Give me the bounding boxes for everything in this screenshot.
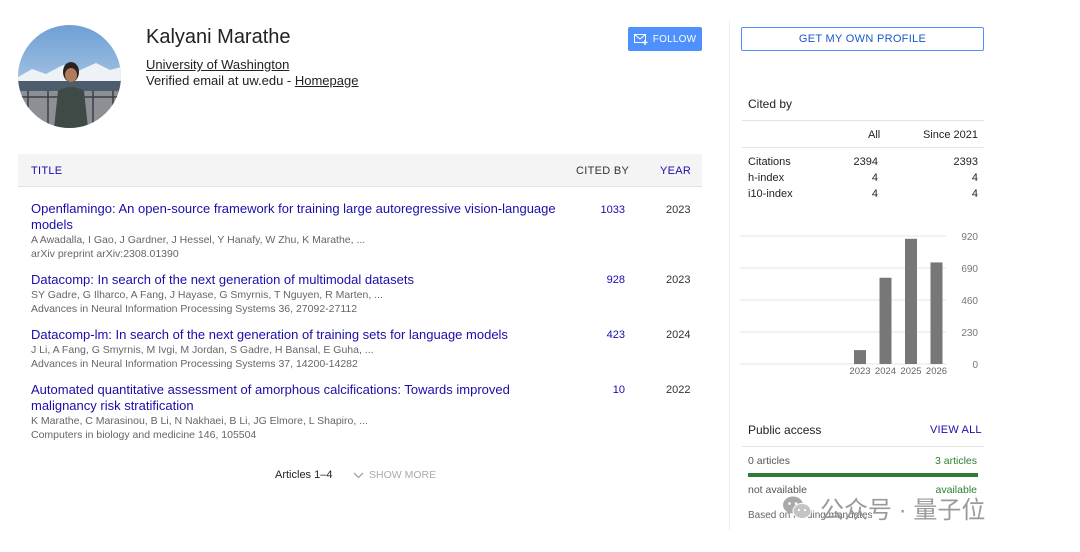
x-tick-label: 2023 — [849, 366, 870, 377]
watermark-text: 公众号 · 量子位 — [820, 497, 986, 524]
citations-per-year-chart: 0 230 460 690 920 2023 2024 2025 2026 — [740, 232, 978, 377]
article-venue: Advances in Neural Information Processin… — [31, 303, 358, 315]
profile-name: Kalyani Marathe — [146, 26, 291, 48]
profile-avatar — [18, 25, 121, 128]
article-authors: J Li, A Fang, G Smyrnis, M Ivgi, M Jorda… — [31, 344, 374, 356]
article-authors: SY Gadre, G Ilharco, A Fang, J Hayase, G… — [31, 289, 383, 301]
view-all-link[interactable]: VIEW ALL — [930, 424, 982, 436]
articles-count: Articles 1–4 — [275, 469, 333, 481]
article-title-link[interactable]: Datacomp-lm: In search of the next gener… — [31, 327, 561, 343]
homepage-link[interactable]: Homepage — [295, 73, 359, 88]
stat-all: 2394 — [853, 156, 878, 168]
col-all: All — [868, 129, 881, 141]
article-authors: A Awadalla, I Gao, J Gardner, J Hessel, … — [31, 234, 366, 246]
y-tick-label: 0 — [972, 360, 978, 371]
public-access-divider — [742, 446, 984, 447]
article-cited-count[interactable]: 423 — [565, 329, 625, 341]
stat-all: 4 — [871, 172, 878, 184]
stats-row: h-index 4 4 — [742, 172, 984, 188]
sort-by-title[interactable]: TITLE — [31, 165, 62, 177]
show-more-label: SHOW MORE — [369, 469, 437, 481]
article-row: Datacomp: In search of the next generati… — [31, 272, 561, 316]
article-venue: arXiv preprint arXiv:2308.01390 — [31, 248, 179, 260]
x-tick-label: 2024 — [875, 366, 896, 377]
article-venue: Computers in biology and medicine 146, 1… — [31, 429, 257, 441]
article-cited-count[interactable]: 928 — [565, 274, 625, 286]
email-text: Verified email at uw.edu - — [146, 73, 295, 88]
article-year: 2023 — [666, 274, 691, 286]
article-year: 2024 — [666, 329, 691, 341]
show-more-button[interactable]: SHOW MORE — [353, 469, 436, 481]
stat-label: i10-index — [748, 188, 793, 200]
article-title-link[interactable]: Automated quantitative assessment of amo… — [31, 382, 561, 414]
article-authors: K Marathe, C Marasinou, B Li, N Nakhaei,… — [31, 415, 368, 427]
get-my-own-profile-button[interactable]: GET MY OWN PROFILE — [741, 27, 984, 51]
stat-since: 4 — [971, 172, 978, 184]
not-available-count[interactable]: 0 articles — [748, 455, 790, 467]
citation-stats-table: All Since 2021 Citations 2394 2393 h-ind… — [742, 120, 984, 204]
chart-bar-2025[interactable] — [905, 238, 917, 364]
article-year: 2022 — [666, 384, 691, 396]
stats-row: i10-index 4 4 — [742, 188, 984, 204]
available-count[interactable]: 3 articles — [935, 455, 977, 467]
article-cited-count[interactable]: 1033 — [565, 204, 625, 216]
public-access-progress-bar — [748, 473, 978, 477]
affiliation-link[interactable]: University of Washington — [146, 57, 289, 72]
avatar-photo — [18, 25, 121, 128]
stat-since: 4 — [971, 188, 978, 200]
chart-bar-2023[interactable] — [854, 350, 866, 364]
article-venue: Advances in Neural Information Processin… — [31, 358, 358, 370]
chart-bar-2026[interactable] — [930, 262, 943, 364]
sort-by-cited[interactable]: CITED BY — [576, 165, 629, 177]
y-tick-label: 230 — [961, 328, 978, 339]
envelope-plus-icon — [633, 33, 648, 45]
column-divider — [729, 20, 730, 530]
public-access-title: Public access — [748, 423, 822, 437]
stat-all: 4 — [871, 188, 878, 200]
wechat-watermark: 公众号 · 量子位 — [782, 490, 985, 525]
article-row: Automated quantitative assessment of amo… — [31, 382, 561, 442]
stats-header: All Since 2021 — [742, 120, 984, 148]
y-tick-label: 460 — [961, 296, 978, 307]
verified-email: Verified email at uw.edu - Homepage — [146, 73, 358, 88]
y-tick-label: 690 — [961, 264, 978, 275]
x-tick-label: 2026 — [926, 366, 947, 377]
article-title-link[interactable]: Openflamingo: An open-source framework f… — [31, 201, 561, 233]
chart-bar-2024[interactable] — [879, 277, 892, 364]
stat-label: h-index — [748, 172, 785, 184]
stats-row: Citations 2394 2393 — [742, 156, 984, 172]
articles-table-header: TITLE CITED BY YEAR — [18, 154, 702, 187]
stat-since: 2393 — [953, 156, 978, 168]
article-year: 2023 — [666, 204, 691, 216]
stat-label: Citations — [748, 156, 791, 168]
article-row: Openflamingo: An open-source framework f… — [31, 201, 561, 261]
sort-by-year[interactable]: YEAR — [660, 165, 691, 177]
article-cited-count[interactable]: 10 — [565, 384, 625, 396]
y-tick-label: 920 — [961, 232, 978, 243]
x-tick-label: 2025 — [900, 366, 921, 377]
follow-button[interactable]: FOLLOW — [628, 27, 702, 51]
cited-by-title: Cited by — [748, 97, 793, 111]
article-title-link[interactable]: Datacomp: In search of the next generati… — [31, 272, 561, 288]
col-since: Since 2021 — [922, 129, 978, 141]
article-row: Datacomp-lm: In search of the next gener… — [31, 327, 561, 371]
chevron-down-icon — [353, 471, 364, 479]
follow-label: FOLLOW — [652, 33, 697, 45]
wechat-icon — [783, 496, 812, 519]
